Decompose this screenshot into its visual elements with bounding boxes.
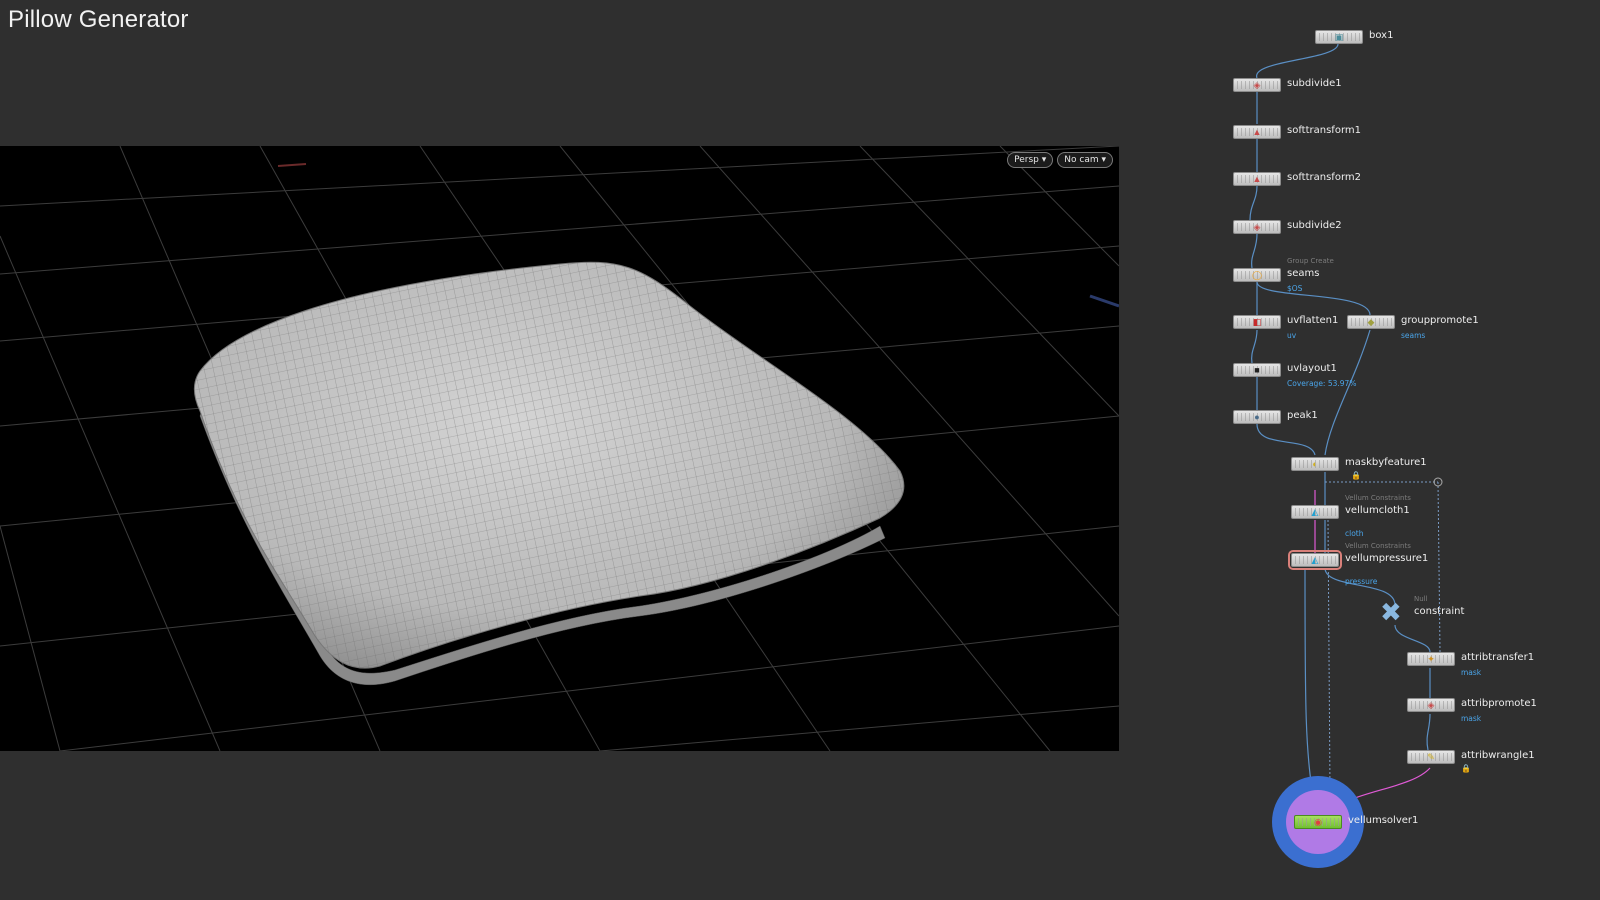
group-icon: ◯ (1251, 269, 1263, 280)
node-seams-type: Group Create (1287, 257, 1334, 265)
null-icon: ✖ (1380, 597, 1402, 627)
node-subdivide2-label: subdivide2 (1287, 220, 1342, 231)
node-softtransform2-label: softtransform2 (1287, 172, 1361, 183)
perspective-menu[interactable]: Persp ▾ (1007, 152, 1054, 168)
node-attribpromote1-label: attribpromote1 (1461, 698, 1537, 709)
node-grouppromote1-label: grouppromote1 (1401, 315, 1479, 326)
node-attribtransfer1-sub: mask (1461, 668, 1482, 677)
camera-menu-label: No cam (1064, 155, 1099, 165)
viewport-scene (0, 146, 1119, 751)
node-constraint-label: constraint (1414, 606, 1465, 617)
mask-icon: ◐ (1312, 459, 1318, 469)
node-grouppromote1-sub: seams (1401, 331, 1426, 340)
node-maskbyfeature1-label: maskbyfeature1 (1345, 457, 1427, 468)
node-peak1-label: peak1 (1287, 410, 1318, 421)
subdivide-icon: ◈ (1253, 79, 1261, 90)
node-box1-label: box1 (1369, 30, 1394, 41)
uvflatten-icon: ◧ (1252, 316, 1262, 327)
vellum-icon: ◭ (1311, 506, 1319, 517)
pillow-mesh (193, 261, 905, 685)
peak-icon: ● (1254, 412, 1260, 422)
softtransform-icon: ▲ (1252, 174, 1262, 184)
node-vellumcloth1-type: Vellum Constraints (1345, 494, 1411, 502)
node-seams-sub: $OS (1287, 284, 1303, 293)
node-subdivide1-label: subdivide1 (1287, 78, 1342, 89)
node-uvflatten1-label: uvflatten1 (1287, 315, 1339, 326)
node-vellumpressure1-label: vellumpressure1 (1345, 553, 1429, 564)
attribpromote-icon: ◈ (1427, 699, 1435, 710)
box-icon: ▣ (1334, 31, 1344, 42)
node-network[interactable]: ▣ box1 ◈ subdivide1 ▲ softtransform1 ▲ s… (1230, 0, 1600, 900)
node-attribtransfer1-label: attribtransfer1 (1461, 652, 1535, 663)
node-softtransform1-label: softtransform1 (1287, 125, 1361, 136)
wrangle-icon: ✎ (1427, 751, 1435, 762)
node-constraint-type: Null (1414, 595, 1428, 603)
node-vellumpressure1-sub: pressure (1345, 577, 1378, 586)
scene-viewport[interactable]: Persp ▾ No cam ▾ (0, 146, 1119, 751)
solver-icon: ◉ (1314, 816, 1322, 827)
node-vellumcloth1-sub: cloth (1345, 529, 1364, 538)
attribtransfer-icon: ✦ (1427, 653, 1435, 664)
page-title: Pillow Generator (8, 6, 189, 33)
softtransform-icon: ▲ (1252, 127, 1262, 137)
perspective-menu-label: Persp (1014, 155, 1039, 165)
network-wires (1249, 43, 1443, 868)
node-attribpromote1-sub: mask (1461, 714, 1482, 723)
node-attribwrangle1-label: attribwrangle1 (1461, 750, 1535, 761)
node-uvlayout1-label: uvlayout1 (1287, 363, 1337, 374)
vellum-icon: ◭ (1311, 554, 1319, 565)
uvlayout-icon: ■ (1254, 365, 1260, 375)
node-vellumpressure1-type: Vellum Constraints (1345, 542, 1411, 550)
subdivide-icon: ◈ (1253, 221, 1261, 232)
node-uvflatten1-sub: uv (1287, 331, 1297, 340)
lock-icon: 🔒 (1461, 764, 1471, 773)
node-vellumcloth1-label: vellumcloth1 (1345, 505, 1410, 516)
node-vellumsolver1-label: vellumsolver1 (1348, 815, 1419, 826)
node-seams-label: seams (1287, 268, 1320, 279)
camera-menu[interactable]: No cam ▾ (1057, 152, 1113, 168)
grouppromote-icon: ◆ (1367, 316, 1375, 327)
node-uvlayout1-sub: Coverage: 53.97% (1287, 379, 1357, 388)
lock-icon: 🔒 (1351, 471, 1361, 480)
